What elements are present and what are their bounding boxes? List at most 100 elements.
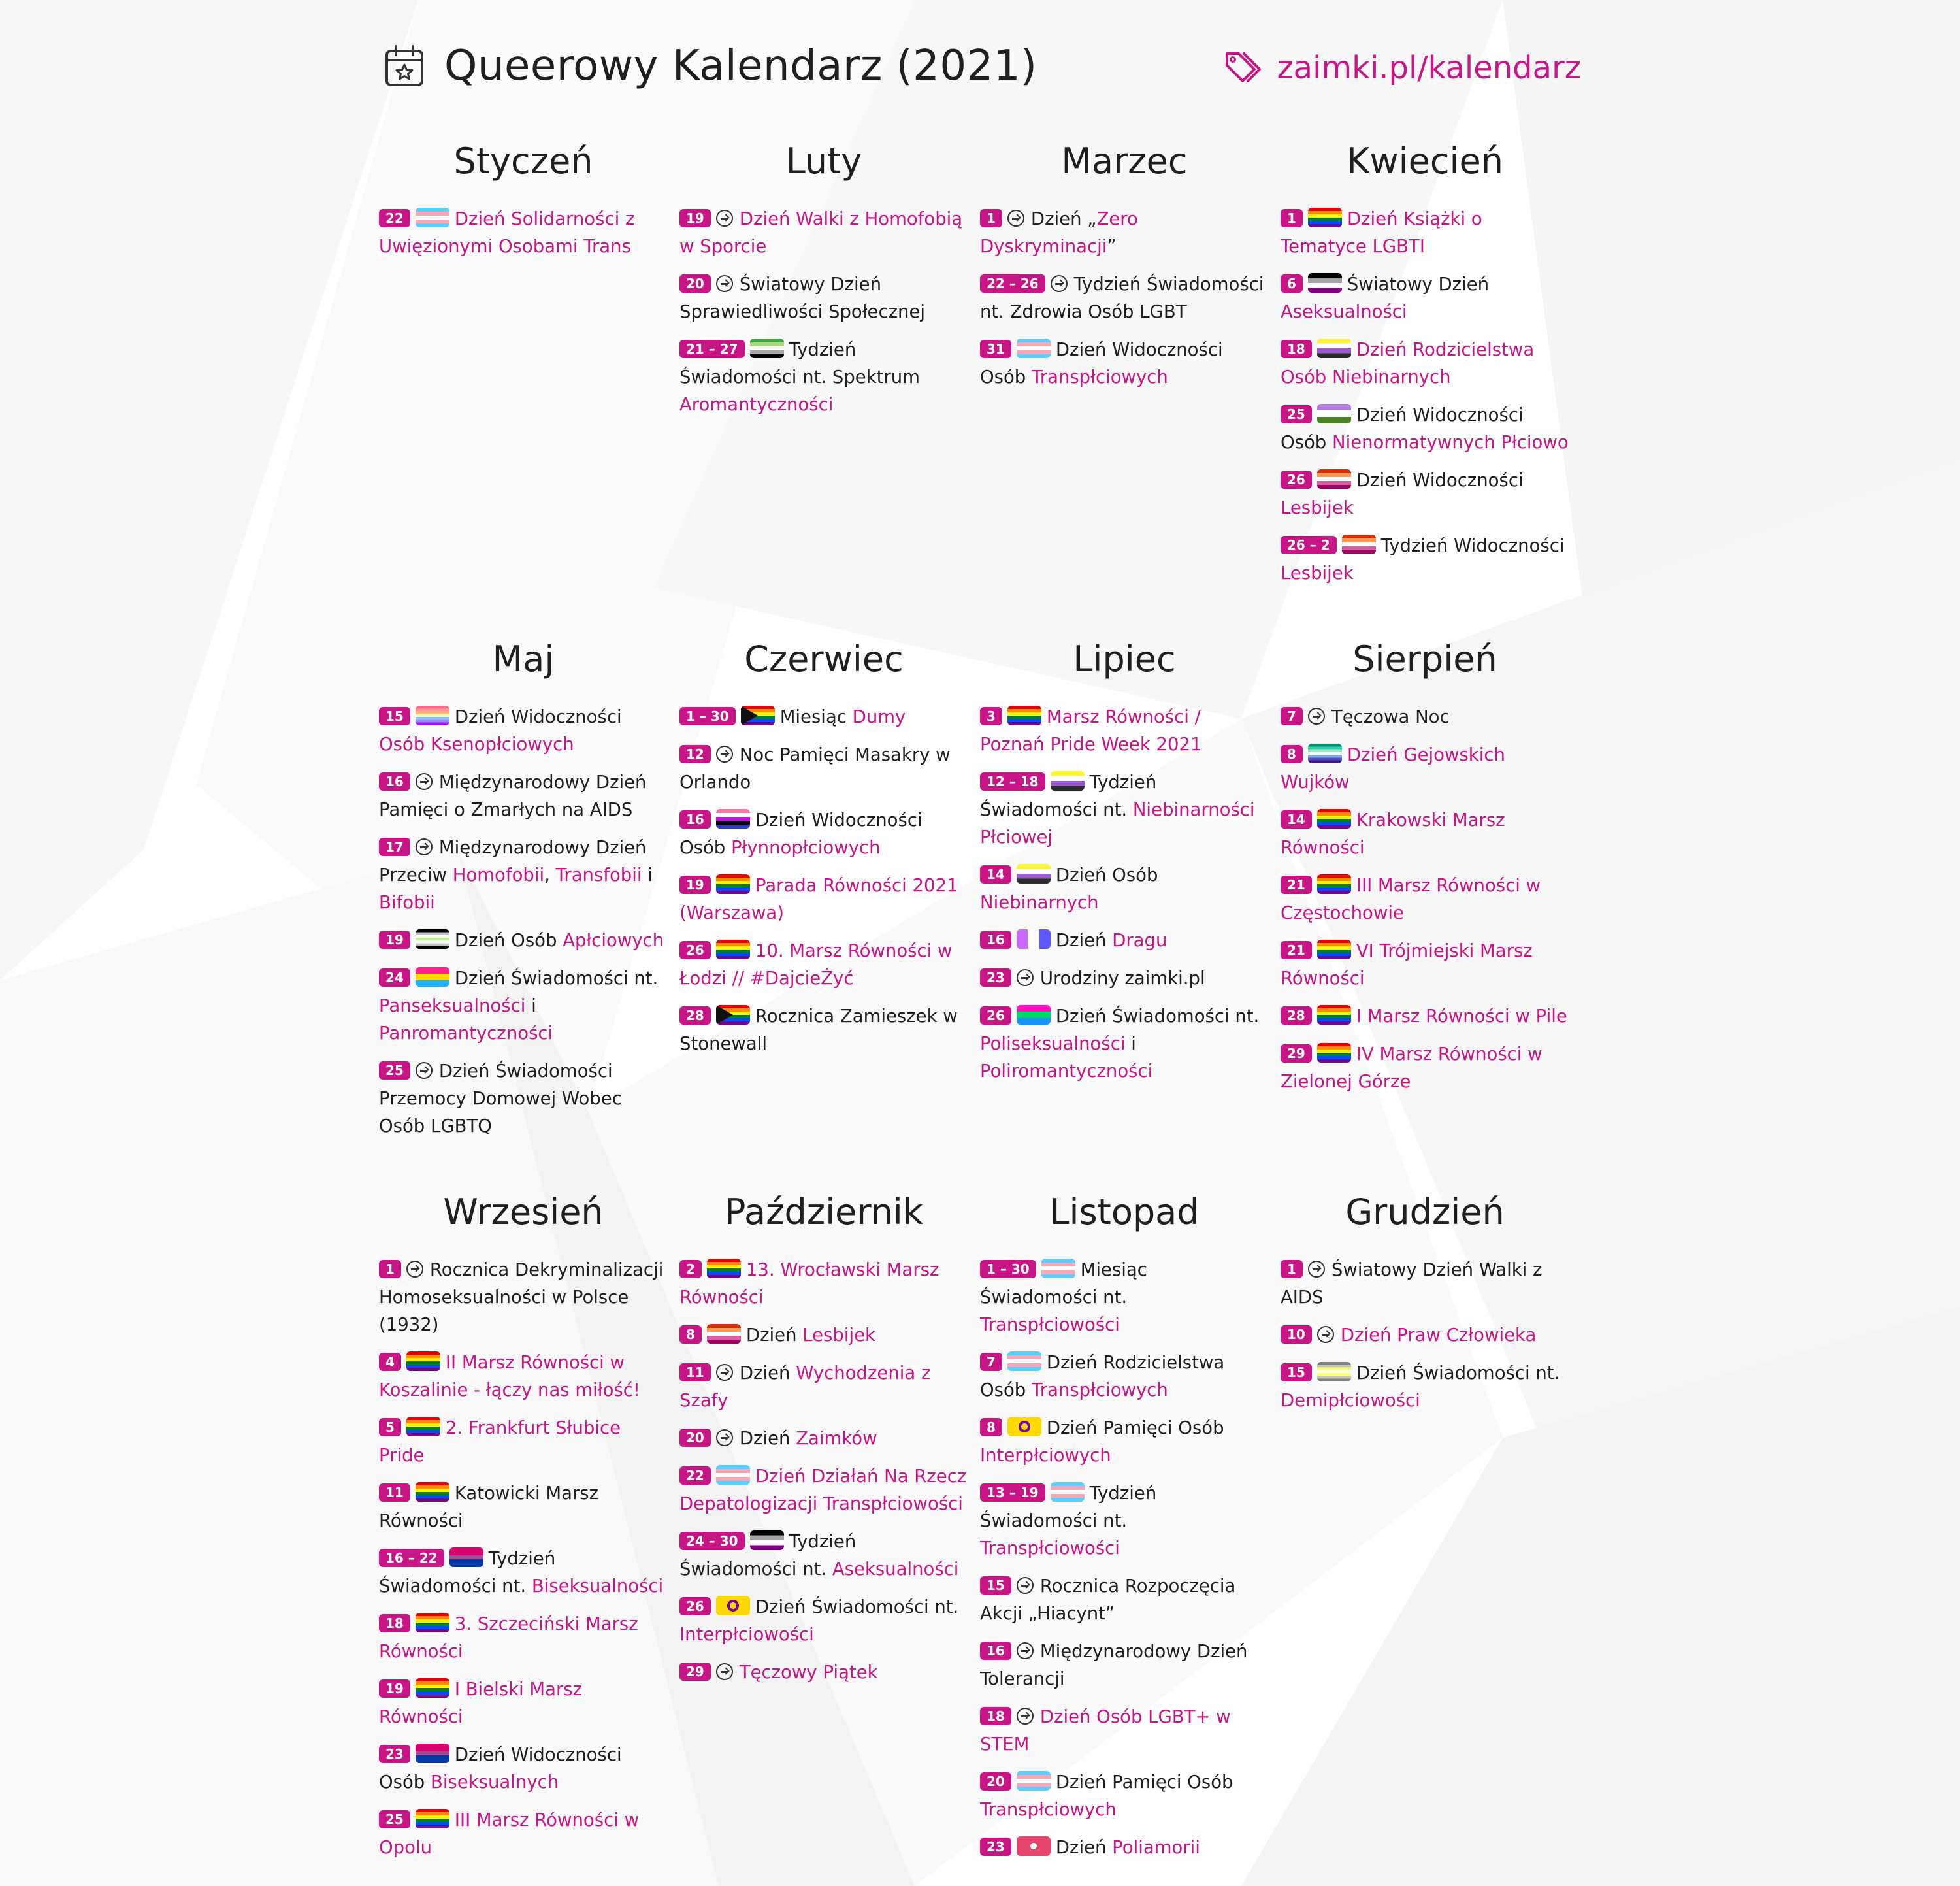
event-link[interactable]: Apłciowych [563,930,664,951]
event-link[interactable]: Demipłciowości [1281,1390,1420,1411]
month-column: Luty 19 Dzień Walki z Homofobią w Sporcie 2… [679,139,980,637]
arrow-right-circle-icon [1307,1261,1325,1278]
rainbow-flag-icon [406,1417,440,1436]
event-link[interactable]: Panseksualności [379,995,525,1016]
arrow-right-circle-icon [715,1663,733,1680]
event-link[interactable]: Transpłciowości [980,1538,1120,1559]
event-link[interactable]: Poliseksualności [980,1033,1125,1054]
event-item: 18 Dzień Osób LGBT+ w STEM [980,1703,1269,1758]
event-link[interactable]: Dragu [1112,930,1167,951]
month-column: Lipiec 3 Marsz Równości / Poznań Pride Wee… [980,637,1281,1189]
event-item: 25 Dzień Świadomości Przemocy Domowej Wob… [379,1057,668,1140]
lesbian-flag-icon [1316,469,1351,489]
xenogender-flag-icon [415,706,449,725]
month-name: Lipiec [1073,638,1176,680]
event-link[interactable]: Poliamorii [1112,1837,1200,1858]
event-item: 8 Dzień Gejowskich Wujków [1281,741,1569,796]
event-item: 28 Rocznica Zamieszek w Stonewall [679,1002,968,1057]
month-column: Styczeń 22 Dzień Solidarności z Uwięzionym… [379,139,679,637]
event-link[interactable]: Interpłciowych [980,1445,1111,1466]
polysexual-flag-icon [1016,1005,1051,1025]
event-item: 15 Dzień Widoczności Osób Ksenopłciowych [379,703,668,758]
event-text: Dzień [1055,1837,1113,1858]
event-link[interactable]: Bifobii [379,892,435,913]
event-link[interactable]: Transfobii [556,865,642,885]
arrow-right-circle-icon [1016,1708,1034,1725]
event-text: Światowy Dzień [1347,274,1490,295]
progress-flag-icon [715,1005,750,1025]
month-name: Marzec [1061,141,1188,182]
event-link[interactable]: Dumy [853,706,906,727]
date-badge: 1 – 30 [980,1260,1036,1278]
date-badge: 21 – 27 [679,340,745,358]
site-link-wrap[interactable]: zaimki.pl/kalendarz [1224,50,1581,86]
date-badge: 28 [1281,1006,1312,1025]
bisexual-flag-icon [415,1744,449,1763]
trans-flag-icon [1016,1771,1051,1791]
progress-chevron [740,706,758,725]
event-text: Dzień [739,1363,796,1383]
event-item: 20 Dzień Zaimków [679,1425,968,1452]
month-column: Wrzesień 1 Rocznica Dekryminalizacji Homos… [379,1189,679,1858]
date-badge: 1 [980,209,1002,227]
event-item: 21 VI Trójmiejski Marsz Równości [1281,937,1569,992]
event-link[interactable]: Zaimków [796,1428,877,1449]
event-link[interactable]: Aseksualności [1281,301,1407,322]
date-badge: 23 [379,1745,410,1763]
event-link[interactable]: Interpłciowości [679,1624,814,1645]
arrow-right-circle-icon [1307,708,1325,725]
event-link[interactable]: Panromantyczności [379,1023,553,1044]
event-link[interactable]: Transpłciowych [1032,1380,1168,1400]
event-link[interactable]: Aseksualności [832,1559,959,1580]
event-link[interactable]: Biseksualności [532,1576,663,1596]
nonbinary-flag-icon [1050,771,1085,791]
asexual-flag-icon [749,1530,784,1550]
event-link[interactable]: Poliromantyczności [980,1061,1152,1082]
event-item: 8 Dzień Pamięci Osób Interpłciowych [980,1414,1269,1469]
event-link[interactable]: Nienormatywnych Płciowo [1332,432,1569,453]
date-badge: 14 [1281,810,1312,829]
event-link[interactable]: Transpłciowości [980,1314,1120,1335]
event-link[interactable]: Tęczowy Piątek [740,1662,878,1683]
date-badge: 18 [379,1614,410,1632]
event-link[interactable]: Niebinarnych [980,892,1099,913]
event-item: 7 Tęczowa Noc [1281,703,1569,731]
event-link[interactable]: Transpłciowych [1032,367,1168,388]
event-list: 7 Tęczowa Noc 8 Dzień Gejowskich Wujków 14 Kr… [1281,703,1569,1095]
event-link[interactable]: Aromantyczności [679,394,833,415]
month-row: Styczeń 22 Dzień Solidarności z Uwięzionym… [379,139,1581,637]
event-link[interactable]: Biseksualnych [431,1772,559,1793]
event-link[interactable]: Lesbijek [802,1325,875,1346]
rainbow-flag-icon [415,1613,449,1632]
month-name: Grudzień [1345,1191,1505,1233]
page-title: Queerowy Kalendarz (2021) [444,42,1037,90]
date-badge: 16 [980,931,1011,949]
event-link[interactable]: Homofobii [453,865,544,885]
event-link[interactable]: Płynnopłciowych [731,837,881,858]
date-badge: 29 [1281,1044,1312,1063]
event-item: 19 Dzień Walki z Homofobią w Sporcie [679,205,968,260]
month-column: Grudzień 1 Światowy Dzień Walki z AIDS 10 Dz… [1281,1189,1581,1843]
date-badge: 19 [679,209,711,227]
event-text: Dzień [739,1428,796,1449]
event-item: 1 Rocznica Dekryminalizacji Homoseksualno… [379,1256,668,1338]
date-badge: 19 [379,931,410,949]
event-link[interactable]: Osób Ksenopłciowych [379,734,574,755]
event-link[interactable]: Lesbijek [1281,563,1354,584]
event-link[interactable]: Lesbijek [1281,497,1354,518]
event-link[interactable]: Dzień Praw Człowieka [1341,1325,1536,1346]
rainbow-flag-icon [1316,940,1351,959]
date-badge: 7 [980,1353,1002,1371]
rainbow-flag-icon [1316,809,1351,829]
date-badge: 24 – 30 [679,1532,745,1550]
site-link[interactable]: zaimki.pl/kalendarz [1277,50,1581,86]
event-link[interactable]: I Marsz Równości w Pile [1356,1006,1567,1027]
date-badge: 8 [980,1418,1002,1436]
trans-flag-icon [1050,1482,1085,1502]
event-link[interactable]: Transpłciowych [980,1799,1117,1820]
event-link[interactable]: Krakowski Marsz Równości [1281,810,1505,858]
date-badge: 19 [379,1679,410,1698]
date-badge: 4 [379,1353,401,1371]
date-badge: 18 [1281,340,1312,358]
event-item: 26 Dzień Widoczności Lesbijek [1281,467,1569,521]
